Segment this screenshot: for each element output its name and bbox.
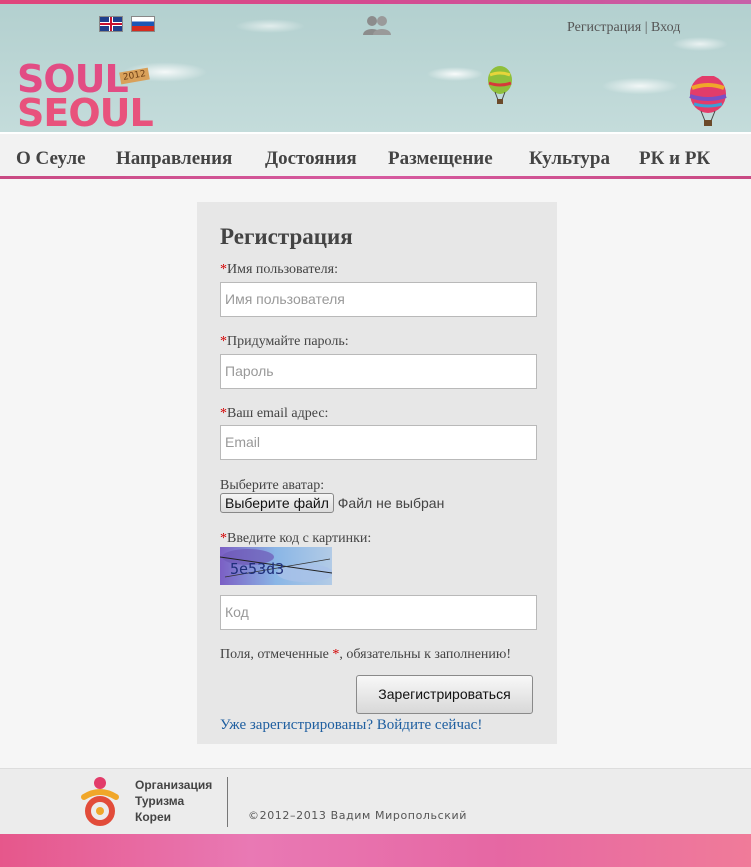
- korea-tourism-logo-icon[interactable]: [78, 775, 122, 827]
- nav-item-culture[interactable]: Культура: [529, 148, 610, 170]
- username-input[interactable]: Имя пользователя: [220, 282, 537, 317]
- password-label: *Придумайте пароль:: [220, 334, 349, 350]
- balloon-small-icon: [488, 66, 512, 104]
- email-label: *Ваш email адрес:: [220, 406, 328, 422]
- username-label: *Имя пользователя:: [220, 262, 338, 278]
- nav-item-accommodation[interactable]: Размещение: [388, 148, 493, 170]
- users-icon[interactable]: [362, 14, 392, 36]
- captcha-label-text: Введите код с картинки:: [227, 531, 372, 546]
- footer-divider: [227, 777, 228, 827]
- site-footer: Организация Туризма Кореи ©2012–2013 Вад…: [0, 768, 751, 835]
- uk-flag-icon[interactable]: [99, 16, 123, 32]
- password-label-text: Придумайте пароль:: [227, 334, 349, 349]
- captcha-image: 5e53d3: [220, 547, 332, 585]
- nav-item-rk[interactable]: РК и РК: [639, 148, 710, 170]
- email-input[interactable]: Email: [220, 425, 537, 460]
- main-navigation: О Сеуле Направления Достояния Размещение…: [0, 132, 751, 178]
- required-mark: *: [220, 406, 227, 421]
- korea-tourism-org-name: Организация Туризма Кореи: [135, 777, 225, 825]
- nav-item-directions[interactable]: Направления: [116, 148, 232, 170]
- required-fields-note: Поля, отмеченные *, обязательны к заполн…: [220, 647, 511, 663]
- nav-bottom-line: [0, 176, 751, 179]
- required-mark: *: [220, 531, 227, 546]
- org-line-1: Организация: [135, 778, 213, 792]
- avatar-label: Выберите аватар:: [220, 478, 325, 493]
- site-header: Регистрация | Вход SOUL SEOUL 2012: [0, 4, 751, 132]
- choose-file-button[interactable]: Выберите файл: [220, 493, 334, 513]
- captcha-label: *Введите код с картинки:: [220, 531, 371, 547]
- bottom-color-bar: [0, 834, 751, 867]
- captcha-code-input[interactable]: Код: [220, 595, 537, 630]
- logo-line-2: SEOUL: [17, 91, 154, 135]
- note-text-start: Поля, отмеченные: [220, 647, 333, 662]
- org-line-2: Туризма: [135, 794, 185, 808]
- nav-item-about-seoul[interactable]: О Сеуле: [16, 148, 86, 170]
- form-title: Регистрация: [220, 224, 353, 249]
- auth-links: Регистрация | Вход: [567, 20, 680, 36]
- russia-flag-icon[interactable]: [131, 16, 155, 32]
- org-line-3: Кореи: [135, 810, 172, 824]
- copyright-text: ©2012–2013 Вадим Миропольский: [248, 809, 467, 822]
- auth-separator: |: [644, 20, 648, 35]
- required-mark: *: [220, 262, 227, 277]
- password-input[interactable]: Пароль: [220, 354, 537, 389]
- login-link[interactable]: Вход: [651, 20, 680, 35]
- register-link[interactable]: Регистрация: [567, 20, 641, 35]
- registration-form: Регистрация *Имя пользователя: Имя польз…: [197, 202, 557, 744]
- email-label-text: Ваш email адрес:: [227, 406, 329, 421]
- username-label-text: Имя пользователя:: [227, 262, 338, 277]
- avatar-file-input: Выберите файл Файл не выбран: [220, 493, 444, 513]
- already-registered-login-link[interactable]: Уже зарегистрированы? Войдите сейчас!: [220, 717, 482, 734]
- captcha-text: 5e53d3: [230, 560, 284, 578]
- required-mark: *: [220, 334, 227, 349]
- register-submit-button[interactable]: Зарегистрироваться: [356, 675, 533, 714]
- note-text-end: , обязательны к заполнению!: [339, 647, 512, 662]
- file-status: Файл не выбран: [337, 495, 445, 511]
- nav-item-heritage[interactable]: Достояния: [265, 148, 357, 170]
- balloon-large-icon: [689, 76, 727, 126]
